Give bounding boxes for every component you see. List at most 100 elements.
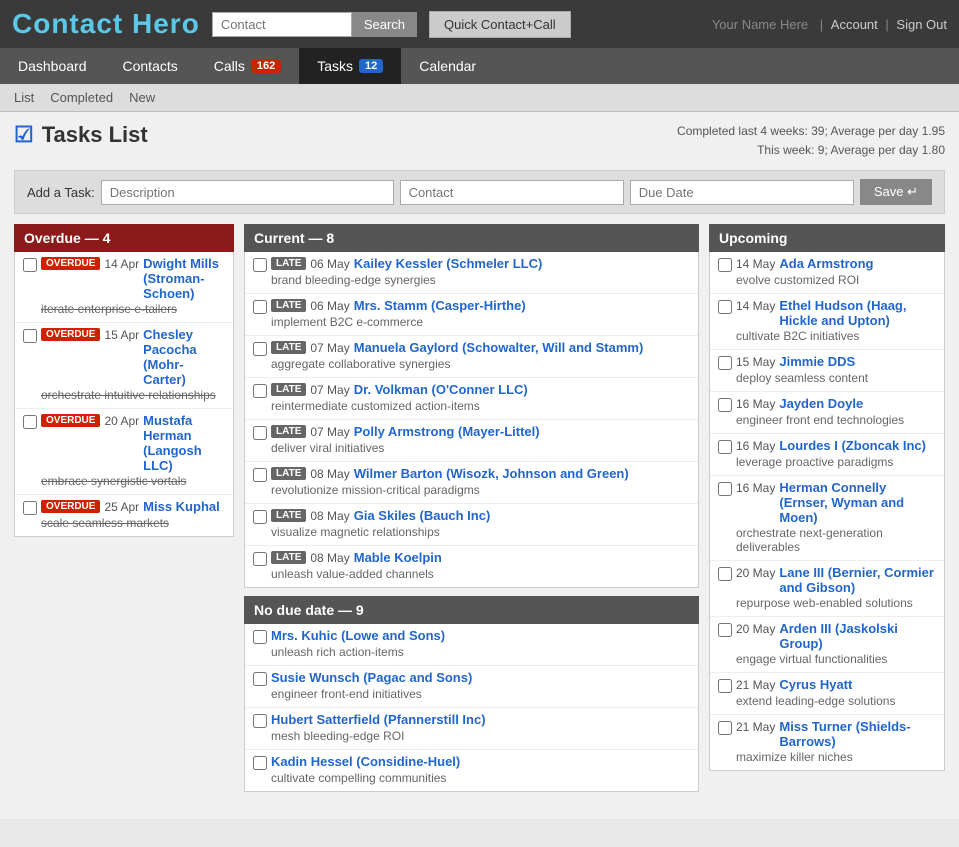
task-checkbox[interactable] [23,329,37,343]
task-contact[interactable]: Lourdes I (Zboncak Inc) [779,438,926,453]
add-task-save-button[interactable]: Save ↵ [860,179,932,205]
task-contact[interactable]: Jayden Doyle [779,396,863,411]
task-contact[interactable]: Lane III (Bernier, Cormier and Gibson) [779,565,936,595]
add-task-contact[interactable] [400,180,624,205]
task-checkbox[interactable] [253,510,267,524]
list-item: OVERDUE 15 Apr Chesley Pacocha (Mohr-Car… [15,323,233,409]
tab-contacts[interactable]: Contacts [105,48,196,84]
list-item: LATE 07 May Polly Armstrong (Mayer-Litte… [245,420,698,462]
task-checkbox[interactable] [718,679,732,693]
task-contact[interactable]: Ethel Hudson (Haag, Hickle and Upton) [779,298,936,328]
overdue-badge: OVERDUE [41,257,100,270]
late-badge: LATE [271,509,306,522]
task-checkbox[interactable] [23,501,37,515]
task-contact[interactable]: Polly Armstrong (Mayer-Littel) [354,424,540,439]
task-checkbox[interactable] [253,714,267,728]
tab-calendar[interactable]: Calendar [401,48,494,84]
list-item: 14 May Ada Armstrong evolve customized R… [710,252,944,294]
task-contact[interactable]: Cyrus Hyatt [779,677,852,692]
task-checkbox[interactable] [253,258,267,272]
task-checkbox[interactable] [718,721,732,735]
task-contact[interactable]: Miss Turner (Shields-Barrows) [779,719,936,749]
task-description: repurpose web-enabled solutions [736,596,936,610]
task-contact[interactable]: Wilmer Barton (Wisozk, Johnson and Green… [354,466,629,481]
list-item: OVERDUE 14 Apr Dwight Mills (Stroman-Sch… [15,252,233,323]
task-contact[interactable]: Mustafa Herman (Langosh LLC) [143,413,225,473]
task-description: mesh bleeding-edge ROI [271,729,690,743]
task-checkbox[interactable] [23,415,37,429]
list-item: 20 May Lane III (Bernier, Cormier and Gi… [710,561,944,617]
subnav-completed[interactable]: Completed [50,90,113,105]
list-item: 21 May Cyrus Hyatt extend leading-edge s… [710,673,944,715]
search-button[interactable]: Search [352,12,417,37]
stats-line1: Completed last 4 weeks: 39; Average per … [677,122,945,141]
task-contact[interactable]: Susie Wunsch (Pagac and Sons) [271,670,472,685]
task-checkbox[interactable] [253,300,267,314]
task-checkbox[interactable] [718,623,732,637]
task-description: revolutionize mission-critical paradigms [271,483,690,497]
list-item: 14 May Ethel Hudson (Haag, Hickle and Up… [710,294,944,350]
task-contact[interactable]: Manuela Gaylord (Schowalter, Will and St… [354,340,644,355]
task-checkbox[interactable] [718,567,732,581]
task-checkbox[interactable] [718,258,732,272]
tasks-stats: Completed last 4 weeks: 39; Average per … [677,122,945,160]
task-date: 15 May [736,355,775,369]
task-checkbox[interactable] [253,342,267,356]
late-badge: LATE [271,383,306,396]
task-checkbox[interactable] [253,384,267,398]
task-contact[interactable]: Arden III (Jaskolski Group) [779,621,936,651]
task-contact[interactable]: Dr. Volkman (O'Conner LLC) [354,382,528,397]
task-checkbox[interactable] [718,440,732,454]
task-checkbox[interactable] [718,398,732,412]
task-contact[interactable]: Mrs. Kuhic (Lowe and Sons) [271,628,445,643]
task-checkbox[interactable] [253,552,267,566]
page-content: ☑ Tasks List Completed last 4 weeks: 39;… [0,112,959,819]
task-date: 14 Apr [104,257,139,271]
overdue-badge: OVERDUE [41,500,100,513]
search-input[interactable] [212,12,352,37]
list-item: LATE 06 May Mrs. Stamm (Casper-Hirthe) i… [245,294,698,336]
add-task-description[interactable] [101,180,394,205]
task-contact[interactable]: Hubert Satterfield (Pfannerstill Inc) [271,712,486,727]
quick-contact-button[interactable]: Quick Contact+Call [429,11,571,38]
task-checkbox[interactable] [253,756,267,770]
task-contact[interactable]: Jimmie DDS [779,354,855,369]
list-item: LATE 06 May Kailey Kessler (Schmeler LLC… [245,252,698,294]
task-checkbox[interactable] [253,630,267,644]
task-date: 07 May [310,425,349,439]
task-checkbox[interactable] [23,258,37,272]
list-item: 21 May Miss Turner (Shields-Barrows) max… [710,715,944,770]
signout-link[interactable]: Sign Out [896,17,947,32]
task-description: implement B2C e-commerce [271,315,690,329]
task-contact[interactable]: Ada Armstrong [779,256,873,271]
task-checkbox[interactable] [718,300,732,314]
tab-dashboard[interactable]: Dashboard [0,48,105,84]
task-contact[interactable]: Miss Kuphal [143,499,220,514]
add-task-date[interactable] [630,180,854,205]
task-contact[interactable]: Dwight Mills (Stroman-Schoen) [143,256,225,301]
task-description: evolve customized ROI [736,273,936,287]
task-contact[interactable]: Mrs. Stamm (Casper-Hirthe) [354,298,526,313]
task-checkbox[interactable] [718,356,732,370]
task-checkbox[interactable] [718,482,732,496]
subnav-new[interactable]: New [129,90,155,105]
task-checkbox[interactable] [253,426,267,440]
task-date: 16 May [736,439,775,453]
list-item: LATE 08 May Wilmer Barton (Wisozk, Johns… [245,462,698,504]
subnav-list[interactable]: List [14,90,34,105]
upcoming-body: 14 May Ada Armstrong evolve customized R… [709,252,945,771]
account-link[interactable]: Account [831,17,878,32]
tab-calls[interactable]: Calls 162 [196,48,299,84]
list-item: LATE 08 May Gia Skiles (Bauch Inc) visua… [245,504,698,546]
task-description: cultivate compelling communities [271,771,690,785]
calls-badge: 162 [251,59,281,73]
task-contact[interactable]: Kailey Kessler (Schmeler LLC) [354,256,543,271]
task-contact[interactable]: Kadin Hessel (Considine-Huel) [271,754,460,769]
tab-tasks[interactable]: Tasks 12 [299,48,401,84]
task-contact[interactable]: Herman Connelly (Ernser, Wyman and Moen) [779,480,936,525]
task-contact[interactable]: Gia Skiles (Bauch Inc) [354,508,491,523]
task-checkbox[interactable] [253,468,267,482]
task-checkbox[interactable] [253,672,267,686]
task-contact[interactable]: Chesley Pacocha (Mohr-Carter) [143,327,225,387]
task-contact[interactable]: Mable Koelpin [354,550,442,565]
